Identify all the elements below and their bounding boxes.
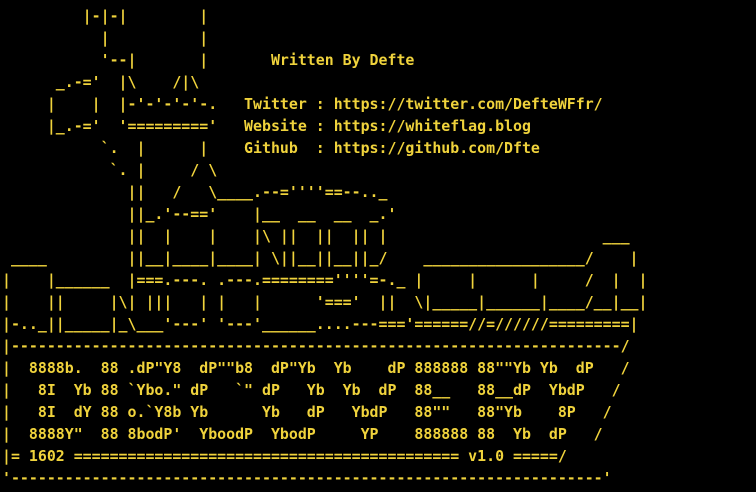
banner-line: | |______ |===.---. .---.========''''=-.… xyxy=(2,271,648,289)
terminal-window: |-|-| | | | '--| | Written By Defte _.-=… xyxy=(0,0,756,492)
banner-version-line: |= 1602 ================================… xyxy=(2,447,567,465)
banner-logo-line: | 8888b. 88 .dP"Y8 dP""b8 dP"Yb Yb dP 88… xyxy=(2,359,630,377)
banner-line: |-.._||_____|_\___'---' '---'______....-… xyxy=(2,315,639,333)
banner-line: `. | / \ xyxy=(2,161,218,179)
banner-line: | || |\| ||| | | | '===' || \|_____|____… xyxy=(2,293,648,311)
banner-line: | | xyxy=(2,29,209,47)
ascii-art-banner: |-|-| | | | '--| | Written By Defte _.-=… xyxy=(2,5,647,489)
banner-line-author: '--| | Written By Defte xyxy=(2,51,415,69)
banner-line-website: |_.-=' '=========' Website : https://whi… xyxy=(2,117,531,135)
banner-line: ||_.'--==' |__ __ __ _.' xyxy=(2,205,397,223)
banner-logo-line: | 8I Yb 88 `Ybo." dP `" dP Yb Yb dP 88__… xyxy=(2,381,621,399)
banner-line-twitter: | | |-'-'-'-'-. Twitter : https://twitte… xyxy=(2,95,603,113)
banner-logo-line: | 8888Y" 88 8bodP' YboodP YbodP YP 88888… xyxy=(2,425,603,443)
banner-line: || | | |\ || || || | ___ xyxy=(2,227,630,245)
banner-line: _.-=' |\ /|\ xyxy=(2,73,200,91)
banner-line: ____ ||__|____|____| \||__||__||_/ _____… xyxy=(2,249,639,267)
banner-line: || / \____.--=''''==--.._ xyxy=(2,183,388,201)
banner-line-github: `. | | Github : https://github.com/Dfte xyxy=(2,139,540,157)
banner-logo-line: | 8I dY 88 o.`Y8b Yb Yb dP YbdP 88"" 88"… xyxy=(2,403,612,421)
banner-line: |-|-| | xyxy=(2,7,209,25)
banner-line: '---------------------------------------… xyxy=(2,469,612,487)
banner-line: |---------------------------------------… xyxy=(2,337,630,355)
